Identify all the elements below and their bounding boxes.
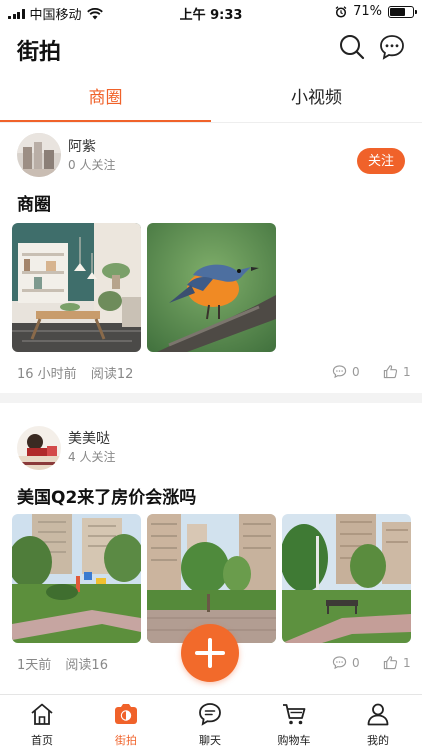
post-time: 16 小时前 bbox=[17, 367, 77, 382]
follow-button[interactable]: 关注 bbox=[357, 148, 405, 174]
alarm-icon bbox=[335, 5, 347, 18]
nav-label: 首页 bbox=[31, 734, 53, 747]
bottom-nav: 首页 街拍 聊天 购物车 我的 bbox=[0, 694, 422, 750]
section-divider bbox=[0, 393, 422, 403]
username[interactable]: 阿紫 bbox=[68, 136, 96, 156]
username[interactable]: 美美哒 bbox=[68, 428, 110, 448]
nav-item-profile[interactable]: 我的 bbox=[336, 695, 420, 750]
read-count: 阅读12 bbox=[90, 367, 134, 382]
page-title: 街拍 bbox=[17, 40, 62, 65]
battery-percent: 71% bbox=[353, 4, 382, 19]
battery-icon bbox=[388, 5, 417, 18]
follower-count: 4 人关注 bbox=[68, 450, 116, 464]
post-photo[interactable] bbox=[282, 514, 411, 643]
post-time: 1天前 bbox=[17, 658, 52, 673]
like-count[interactable]: 1 bbox=[383, 364, 411, 379]
read-count: 阅读16 bbox=[65, 658, 108, 673]
battery-fill bbox=[390, 7, 405, 16]
follower-count: 0 人关注 bbox=[68, 158, 116, 172]
nav-item-home[interactable]: 首页 bbox=[0, 695, 84, 750]
thumbs-up-icon bbox=[383, 365, 398, 379]
status-bar: 中国移动 上午 9:33 71% bbox=[0, 0, 422, 24]
camera-icon bbox=[115, 704, 137, 724]
comment-count[interactable]: 0 bbox=[332, 364, 360, 379]
profile-icon bbox=[367, 703, 389, 726]
nav-label: 街拍 bbox=[115, 734, 137, 747]
search-icon[interactable] bbox=[338, 33, 366, 61]
message-icon[interactable] bbox=[378, 33, 406, 61]
home-icon bbox=[31, 703, 53, 725]
post-photo[interactable] bbox=[12, 514, 141, 643]
add-post-button[interactable] bbox=[181, 624, 239, 682]
nav-label: 购物车 bbox=[277, 734, 311, 747]
comment-icon bbox=[332, 365, 347, 379]
comment-icon bbox=[332, 656, 347, 670]
nav-item-chat[interactable]: 聊天 bbox=[168, 695, 252, 750]
tab-shangquan[interactable]: 商圈 bbox=[0, 72, 211, 124]
avatar[interactable] bbox=[17, 426, 61, 470]
nav-label: 聊天 bbox=[199, 734, 221, 747]
like-count[interactable]: 1 bbox=[383, 655, 411, 670]
avatar[interactable] bbox=[17, 133, 61, 177]
nav-item-cart[interactable]: 购物车 bbox=[252, 695, 336, 750]
nav-item-street-snap[interactable]: 街拍 bbox=[84, 695, 168, 750]
cart-icon bbox=[283, 704, 306, 725]
tab-bar: 商圈 小视频 bbox=[0, 72, 422, 124]
post-photo[interactable] bbox=[147, 223, 276, 352]
post-title: 商圈 bbox=[17, 195, 51, 215]
post-card[interactable]: 阿紫 0 人关注 关注 商圈 16 小时前 阅读12 0 1 bbox=[0, 123, 422, 390]
chat-icon bbox=[199, 703, 221, 726]
nav-label: 我的 bbox=[367, 734, 389, 747]
tab-short-video[interactable]: 小视频 bbox=[211, 72, 422, 124]
thumbs-up-icon bbox=[383, 656, 398, 670]
post-title: 美国Q2来了房价会涨吗 bbox=[17, 488, 197, 508]
comment-count[interactable]: 0 bbox=[332, 655, 360, 670]
header: 街拍 bbox=[0, 24, 422, 72]
post-photo[interactable] bbox=[12, 223, 141, 352]
